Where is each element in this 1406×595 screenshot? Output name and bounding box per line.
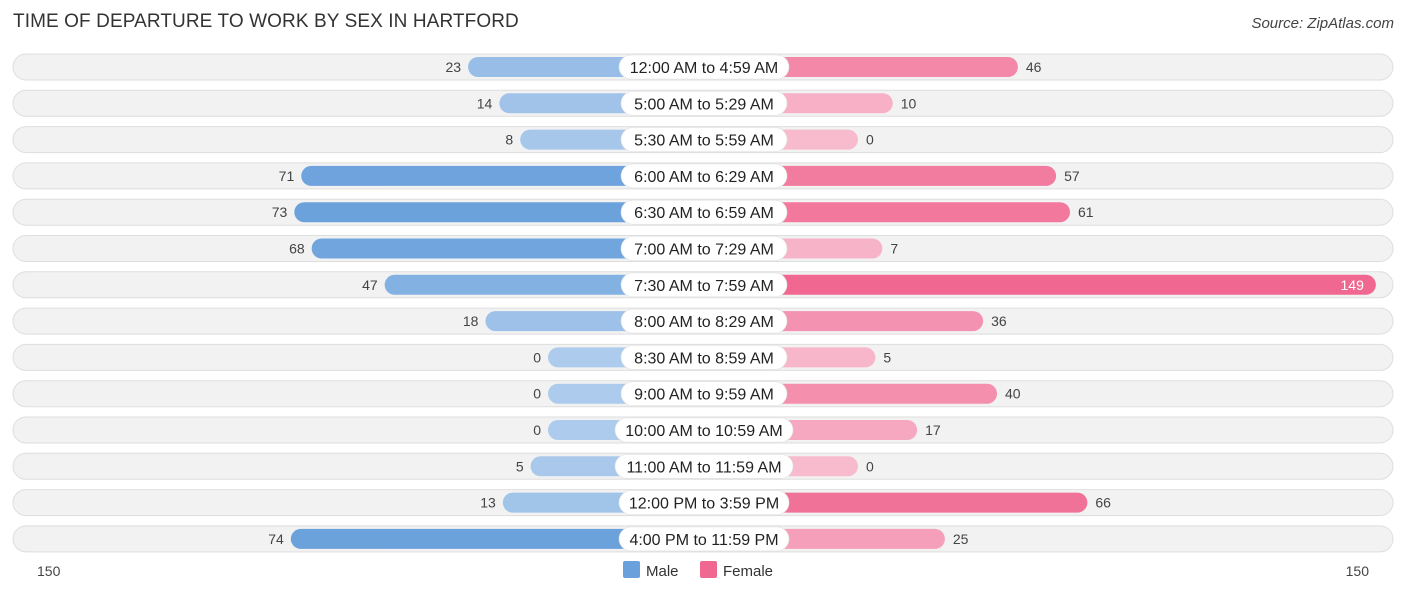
legend-male-label: Male: [646, 563, 679, 580]
category-label: 8:00 AM to 8:29 AM: [634, 314, 774, 331]
category-label: 9:00 AM to 9:59 AM: [634, 387, 774, 404]
male-value-label: 14: [477, 95, 493, 111]
male-value-label: 0: [533, 422, 541, 438]
axis-left-max-label: 150: [37, 563, 61, 579]
rows-group: 23 46 12:00 AM to 4:59 AM 14 10 5:00 AM to 5:…: [12, 53, 1394, 553]
legend: Male Female: [623, 561, 773, 580]
chart-row: 5 0 11:00 AM to 11:59 AM: [12, 452, 1394, 480]
female-value-label: 25: [953, 531, 969, 547]
legend-female-swatch: [700, 561, 717, 578]
male-value-label: 0: [533, 349, 541, 365]
female-value-label: 40: [1005, 386, 1021, 402]
legend-male-swatch: [623, 561, 640, 578]
male-value-label: 74: [268, 531, 284, 547]
chart-row: 74 25 4:00 PM to 11:59 PM: [12, 525, 1394, 553]
female-value-label: 36: [991, 313, 1007, 329]
category-label: 7:30 AM to 7:59 AM: [634, 278, 774, 295]
chart-row: 47 149 7:30 AM to 7:59 AM: [12, 271, 1394, 299]
category-label: 7:00 AM to 7:29 AM: [634, 242, 774, 259]
male-value-label: 18: [463, 313, 479, 329]
category-label: 5:00 AM to 5:29 AM: [634, 96, 774, 113]
category-label: 12:00 PM to 3:59 PM: [629, 496, 779, 513]
chart-row: 0 17 10:00 AM to 10:59 AM: [12, 416, 1394, 444]
chart-row: 0 40 9:00 AM to 9:59 AM: [12, 380, 1394, 408]
category-label: 6:30 AM to 6:59 AM: [634, 205, 774, 222]
female-value-label: 57: [1064, 168, 1080, 184]
chart-row: 8 0 5:30 AM to 5:59 AM: [12, 126, 1394, 154]
female-value-label: 5: [883, 349, 891, 365]
female-value-label: 66: [1095, 495, 1111, 511]
male-value-label: 0: [533, 386, 541, 402]
category-label: 6:00 AM to 6:29 AM: [634, 169, 774, 186]
male-value-label: 23: [445, 59, 461, 75]
chart-row: 68 7 7:00 AM to 7:29 AM: [12, 235, 1394, 262]
female-value-label: 0: [866, 132, 874, 148]
chart-canvas: 23 46 12:00 AM to 4:59 AM 14 10 5:00 AM to 5:…: [12, 53, 1394, 580]
male-value-label: 68: [289, 241, 305, 257]
chart-row: 14 10 5:00 AM to 5:29 AM: [12, 89, 1394, 117]
female-value-label: 0: [866, 458, 874, 474]
legend-female-label: Female: [723, 563, 773, 580]
chart-row: 13 66 12:00 PM to 3:59 PM: [12, 489, 1394, 517]
female-value-label: 46: [1026, 59, 1042, 75]
male-value-label: 13: [480, 495, 496, 511]
category-label: 4:00 PM to 11:59 PM: [629, 532, 778, 549]
category-label: 5:30 AM to 5:59 AM: [634, 133, 774, 150]
female-value-label: 10: [901, 95, 917, 111]
category-label: 10:00 AM to 10:59 AM: [625, 423, 782, 440]
male-value-label: 8: [505, 132, 513, 148]
axis-right-max-label: 150: [1346, 563, 1370, 579]
female-value-label: 149: [1341, 277, 1365, 293]
chart-row: 71 57 6:00 AM to 6:29 AM: [12, 162, 1394, 190]
female-bar: [703, 274, 1376, 295]
female-value-label: 61: [1078, 204, 1094, 220]
chart-row: 23 46 12:00 AM to 4:59 AM: [12, 53, 1394, 81]
category-label: 8:30 AM to 8:59 AM: [634, 350, 774, 367]
female-value-label: 7: [890, 241, 898, 257]
category-label: 11:00 AM to 11:59 AM: [626, 459, 781, 476]
chart-row: 73 61 6:30 AM to 6:59 AM: [12, 198, 1394, 226]
category-label: 12:00 AM to 4:59 AM: [630, 60, 779, 77]
male-value-label: 47: [362, 277, 378, 293]
chart-row: 18 36 8:00 AM to 8:29 AM: [12, 307, 1394, 335]
male-value-label: 5: [516, 458, 524, 474]
male-value-label: 73: [272, 204, 288, 220]
chart-row: 0 5 8:30 AM to 8:59 AM: [12, 343, 1394, 371]
female-value-label: 17: [925, 422, 941, 438]
male-value-label: 71: [279, 168, 295, 184]
